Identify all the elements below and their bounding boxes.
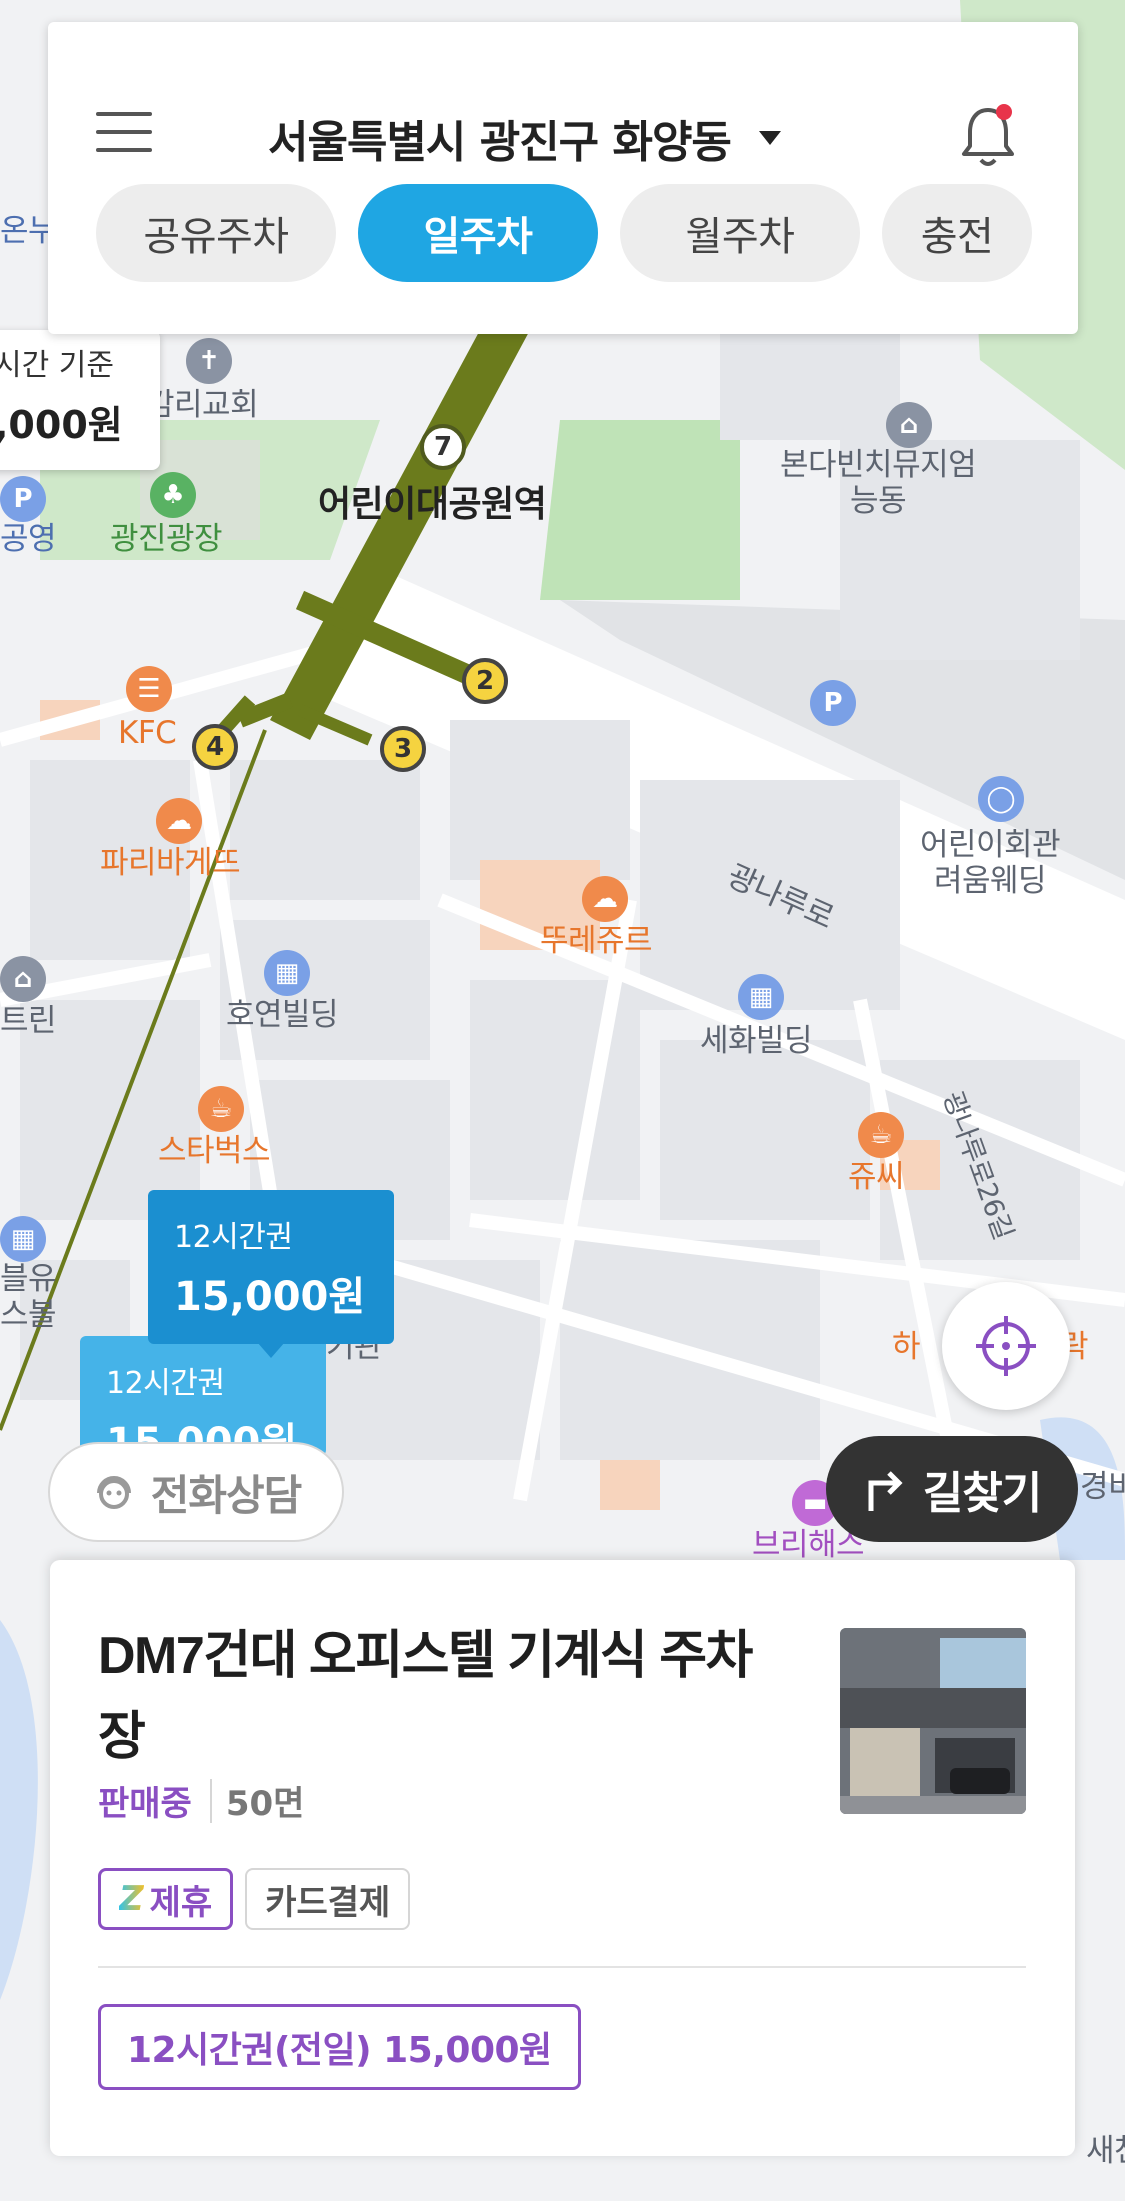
current-location-button[interactable] xyxy=(942,1282,1070,1410)
kfc-icon: ☰ xyxy=(126,666,172,712)
partner-tag-label: 제휴 xyxy=(149,1882,213,1923)
phone-consult-button[interactable]: 전화상담 xyxy=(48,1442,344,1542)
price-marker-selected[interactable]: 12시간권 15,000원 xyxy=(148,1190,394,1358)
cafe-icon: ☕ xyxy=(198,1086,244,1132)
subway-line-7-badge: 7 xyxy=(420,424,466,470)
card-payment-tag: 카드결제 xyxy=(245,1868,411,1930)
cafe-icon: ☕ xyxy=(858,1112,904,1158)
tab-shared-parking[interactable]: 공유주차 xyxy=(96,184,336,282)
poi-bottom-ribeu: 브리해스 xyxy=(752,1527,865,1563)
phone-consult-label: 전화상담 xyxy=(150,1470,303,1520)
tab-daily-parking[interactable]: 일주차 xyxy=(358,184,598,282)
notification-bell-icon[interactable] xyxy=(958,100,1018,170)
park-icon: ♣ xyxy=(150,472,196,518)
space-count: 50면 xyxy=(225,1784,305,1824)
poi-kfc-label: KFC xyxy=(118,715,177,751)
poi-right-sae: 새천 xyxy=(1086,2133,1125,2169)
poi-wedding-label: 어린이회관 려움웨딩 xyxy=(920,827,1061,899)
lot-tags: Z 제휴 카드결제 xyxy=(98,1868,411,1930)
parking-lot-photo[interactable] xyxy=(840,1628,1026,1814)
poi-sehwa-label: 세화빌딩 xyxy=(700,1023,813,1059)
building-icon: ▦ xyxy=(738,974,784,1020)
subway-station-label: 어린이대공원역 xyxy=(318,484,547,525)
poi-right-ha: 하 xyxy=(892,1329,921,1365)
poi-left-trin: 트린 xyxy=(0,1003,57,1039)
crosshair-icon xyxy=(976,1316,1036,1376)
building-icon: ⌂ xyxy=(0,956,46,1002)
marker-pointer xyxy=(257,1342,285,1358)
card-divider xyxy=(98,1966,1026,1968)
tab-charging[interactable]: 충전 xyxy=(882,184,1032,282)
parking-lot-meta: 판매중 50면 xyxy=(98,1776,304,1825)
church-icon: ✝ xyxy=(186,338,232,384)
price-marker[interactable]: 12시간권 15,000원 xyxy=(80,1336,326,1466)
category-tabs: 공유주차 일주차 월주차 충전 xyxy=(96,184,1032,282)
tab-monthly-parking[interactable]: 월주차 xyxy=(620,184,860,282)
museum-icon: ⌂ xyxy=(886,402,932,448)
poi-museum-label: 본다빈치뮤지엄 능동 xyxy=(780,447,977,519)
poi-park-label: 광진광장 xyxy=(110,521,223,557)
price-marker-line1: 시간 기준 xyxy=(0,348,114,383)
partner-logo-icon: Z xyxy=(119,1879,144,1919)
parking-icon: P xyxy=(810,680,856,726)
price-marker-ticket: 12시간권 xyxy=(174,1220,293,1255)
parking-icon: P xyxy=(0,476,46,522)
bakery-icon: ☁ xyxy=(156,798,202,844)
poi-tous-label: 뚜레쥬르 xyxy=(540,923,653,959)
headset-icon xyxy=(96,1476,131,1509)
menu-icon[interactable] xyxy=(96,112,152,156)
parking-lot-title: DM7건대 오피스텔 기계식 주차장 xyxy=(98,1627,753,1766)
directions-label: 길찾기 xyxy=(922,1468,1042,1519)
subway-exit-2: 2 xyxy=(462,658,508,704)
sale-status: 판매중 xyxy=(98,1784,192,1824)
building-icon: ▦ xyxy=(264,950,310,996)
price-marker-partial[interactable]: 시간 기준 ,000원 xyxy=(0,330,160,470)
subway-exit-4: 4 xyxy=(192,724,238,770)
poi-hoyeon-label: 호연빌딩 xyxy=(226,997,339,1033)
turn-right-arrow-icon xyxy=(868,1471,903,1511)
parking-lot-card[interactable]: DM7건대 오피스텔 기계식 주차장 판매중 50면 Z 제휴 카드결제 12시… xyxy=(50,1560,1075,2156)
ticket-option-button[interactable]: 12시간권(전일) 15,000원 xyxy=(98,2004,581,2090)
wedding-icon: ◯ xyxy=(978,776,1024,822)
poi-left-blue: 블유 스볼 xyxy=(0,1261,57,1333)
building-icon: ▦ xyxy=(0,1216,46,1262)
poi-starbucks-label: 스타벅스 xyxy=(158,1133,271,1169)
meta-divider xyxy=(209,1778,212,1823)
poi-right-gyeong: 경비 xyxy=(1080,1469,1125,1505)
poi-bakery-label: 파리바게뜨 xyxy=(100,845,241,881)
price-marker-price: 15,000원 xyxy=(174,1274,366,1320)
price-marker-line2: ,000원 xyxy=(0,403,123,447)
subway-exit-3: 3 xyxy=(380,726,426,772)
partner-tag: Z 제휴 xyxy=(98,1868,234,1930)
location-selector[interactable]: 서울특별시 광진구 화양동 xyxy=(268,106,781,170)
caret-down-icon xyxy=(758,131,781,145)
top-panel: 서울특별시 광진구 화양동 공유주차 일주차 월주차 충전 xyxy=(48,22,1078,334)
poi-left-gongyeong: 공영 xyxy=(0,521,57,557)
poi-jussi-label: 쥬씨 xyxy=(848,1159,905,1195)
bakery-icon: ☁ xyxy=(582,876,628,922)
price-marker-ticket: 12시간권 xyxy=(106,1366,225,1401)
directions-button[interactable]: 길찾기 xyxy=(826,1436,1078,1542)
location-text: 서울특별시 광진구 화양동 xyxy=(268,117,732,168)
